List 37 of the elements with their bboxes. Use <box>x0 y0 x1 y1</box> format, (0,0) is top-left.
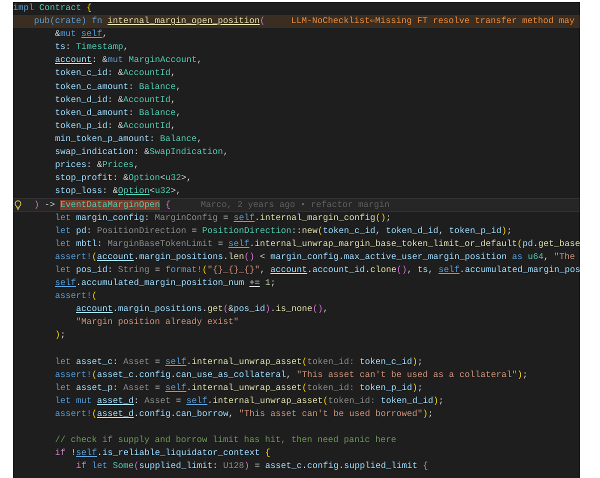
code-line: if let Some(supplied_limit: U128) = asset_c.config.supplied_limit { <box>75 460 428 474</box>
code-line: account: &mut MarginAccount, <box>54 54 202 68</box>
code-line: if !self.is_reliable_liquidator_context { <box>54 447 270 460</box>
code-line: self.accumulated_margin_position_num += 1; <box>54 276 276 290</box>
code-line: account.margin_positions.get(&pos_id).is_none(), <box>75 303 328 316</box>
code-line: impl Contract { <box>13 2 92 15</box>
code-line: ); <box>54 329 66 342</box>
code-line: stop_loss: &Option<u32>, <box>54 185 182 198</box>
code-line: let pos_id: String = format!("{}_{}_{}", account.account_id.clone(), ts, self.accumulated_margin_pos <box>54 264 580 277</box>
code-line: let mut asset_d: Asset = self.internal_unwrap_asset(token_id: token_d_id); <box>54 394 444 408</box>
code-line: let asset_c: Asset = self.internal_unwrap_asset(token_id: token_c_id); <box>54 356 423 369</box>
lightbulb-icon[interactable] <box>14 200 22 210</box>
code-line: assert!( <box>54 290 98 304</box>
code-line: // check if supply and borrow limit has hit, then need panic here <box>54 434 396 448</box>
code-line: let asset_p: Asset = self.internal_unwrap_asset(token_id: token_p_id); <box>54 382 423 395</box>
code-line: let mbtl: MarginBaseTokenLimit = self.internal_unwrap_margin_base_token_limit_or_default(pd.get_base <box>54 238 580 251</box>
code-line: assert!(asset_c.config.can_use_as_collateral, "This asset can't be used as a collateral"); <box>54 368 528 382</box>
code-line: assert!(asset_d.config.can_borrow, "This asset can't be used borrowed"); <box>54 408 434 421</box>
code-line: token_p_id: &AccountId, <box>54 120 176 133</box>
code-line: assert!(account.margin_positions.len() < margin_config.max_active_user_margin_position as u64, "The <box>54 250 576 264</box>
code-line: token_d_id: &AccountId, <box>54 94 176 107</box>
code-line: ) -> EventDataMarginOpen { <box>33 199 171 210</box>
code-line: token_d_amount: Balance, <box>54 106 182 120</box>
diagnostic-message: LLM-NoChecklist⇐Missing FT resolve transfer method may <box>291 15 575 28</box>
code-line: pub(crate) fn internal_margin_open_position( <box>33 15 266 28</box>
code-line: stop_profit: &Option<u32>, <box>54 172 192 186</box>
git-blame-annotation: Marco, 2 years ago • refactor margin <box>200 199 390 210</box>
code-line: min_token_p_amount: Balance, <box>54 132 202 146</box>
code-line: &mut self, <box>54 28 108 42</box>
code-line: prices: &Prices, <box>54 159 140 172</box>
code-line: let margin_config: MarginConfig = self.internal_margin_config(); <box>54 212 392 224</box>
code-line: "Margin position already exist" <box>75 316 239 330</box>
code-line: ts: Timestamp, <box>54 41 129 54</box>
code-line: token_c_id: &AccountId, <box>54 67 176 80</box>
code-line: token_c_amount: Balance, <box>54 80 182 94</box>
code-line: let pd: PositionDirection = PositionDirection::new(token_c_id, token_d_id, token_p_id); <box>54 224 512 238</box>
code-line: swap_indication: &SwapIndication, <box>54 146 228 160</box>
